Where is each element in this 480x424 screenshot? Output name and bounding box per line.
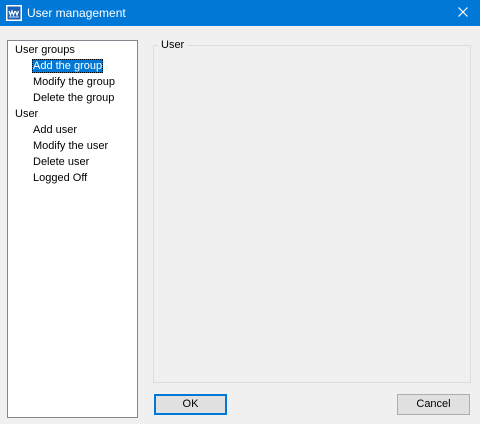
tree-item-add-user[interactable]: Add user xyxy=(32,123,78,137)
ok-button[interactable]: OK xyxy=(154,394,227,415)
window-title: User management xyxy=(27,6,126,20)
tree-item-delete-user[interactable]: Delete user xyxy=(32,155,90,169)
tree-item-modify-user[interactable]: Modify the user xyxy=(32,139,109,153)
title-bar[interactable]: User management xyxy=(0,0,480,26)
tree-item-add-group[interactable]: Add the group xyxy=(32,59,104,73)
cancel-button[interactable]: Cancel xyxy=(397,394,470,415)
tree-item-logged-off[interactable]: Logged Off xyxy=(32,171,88,185)
tree-node-user-groups[interactable]: User groups xyxy=(14,43,76,57)
close-icon xyxy=(458,6,468,20)
tree-item-delete-group[interactable]: Delete the group xyxy=(32,91,115,105)
user-groupbox xyxy=(153,45,471,383)
user-management-window: User management User groups Add the grou… xyxy=(0,0,480,424)
app-logo-icon xyxy=(6,5,22,21)
navigation-tree[interactable]: User groups Add the group Modify the gro… xyxy=(7,40,138,418)
close-button[interactable] xyxy=(446,0,480,26)
tree-item-modify-group[interactable]: Modify the group xyxy=(32,75,116,89)
groupbox-title: User xyxy=(158,39,188,52)
tree-node-user[interactable]: User xyxy=(14,107,39,121)
